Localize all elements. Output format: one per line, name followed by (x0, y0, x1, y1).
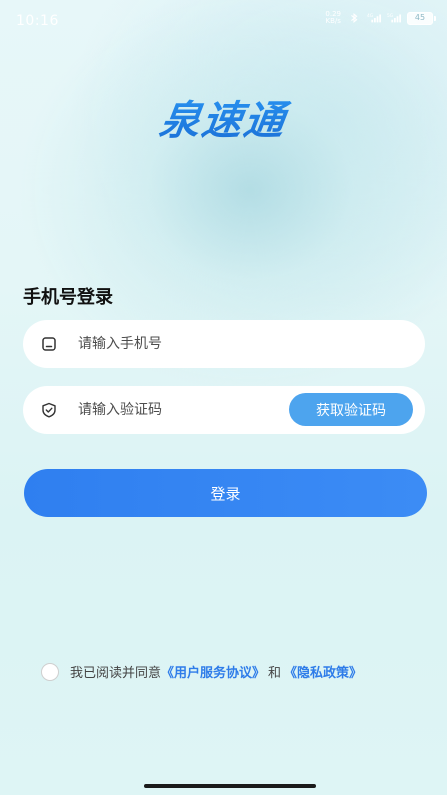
agree-checkbox[interactable] (41, 662, 59, 681)
user-agreement-link[interactable]: 《用户服务协议》 (161, 662, 265, 681)
signal-1-label: 4G (367, 13, 374, 19)
status-icons: 0.29 KB/s 4G 5G 45 (325, 11, 436, 25)
signal-2-label: 5G (387, 13, 394, 19)
get-code-button[interactable]: 获取验证码 (289, 393, 413, 426)
login-button[interactable]: 登录 (24, 469, 427, 517)
agreement-row: 我已阅读并同意 《用户服务协议》 和 《隐私政策》 (41, 662, 362, 681)
signal-icon-2: 5G (387, 13, 401, 23)
phone-field (23, 320, 425, 368)
net-speed: 0.29 KB/s (325, 11, 341, 25)
code-field: 获取验证码 (23, 386, 425, 434)
agreement-prefix: 我已阅读并同意 (70, 666, 162, 681)
phone-input[interactable] (78, 320, 298, 368)
app-logo: 泉速通 (0, 88, 447, 146)
code-input[interactable] (78, 386, 298, 434)
home-indicator[interactable] (144, 784, 316, 788)
phone-icon (42, 337, 56, 351)
battery-icon: 45 (407, 11, 436, 25)
shield-check-icon (42, 402, 56, 418)
login-title: 手机号登录 (23, 287, 113, 308)
status-time: 10:16 (16, 13, 59, 29)
net-speed-unit: KB/s (325, 17, 341, 25)
bluetooth-icon (351, 12, 358, 24)
agreement-and: 和 (268, 666, 282, 681)
status-bar: 10:16 0.29 KB/s 4G 5G 45 (0, 0, 447, 34)
privacy-policy-link[interactable]: 《隐私政策》 (284, 662, 362, 681)
signal-icon: 4G (367, 13, 381, 23)
